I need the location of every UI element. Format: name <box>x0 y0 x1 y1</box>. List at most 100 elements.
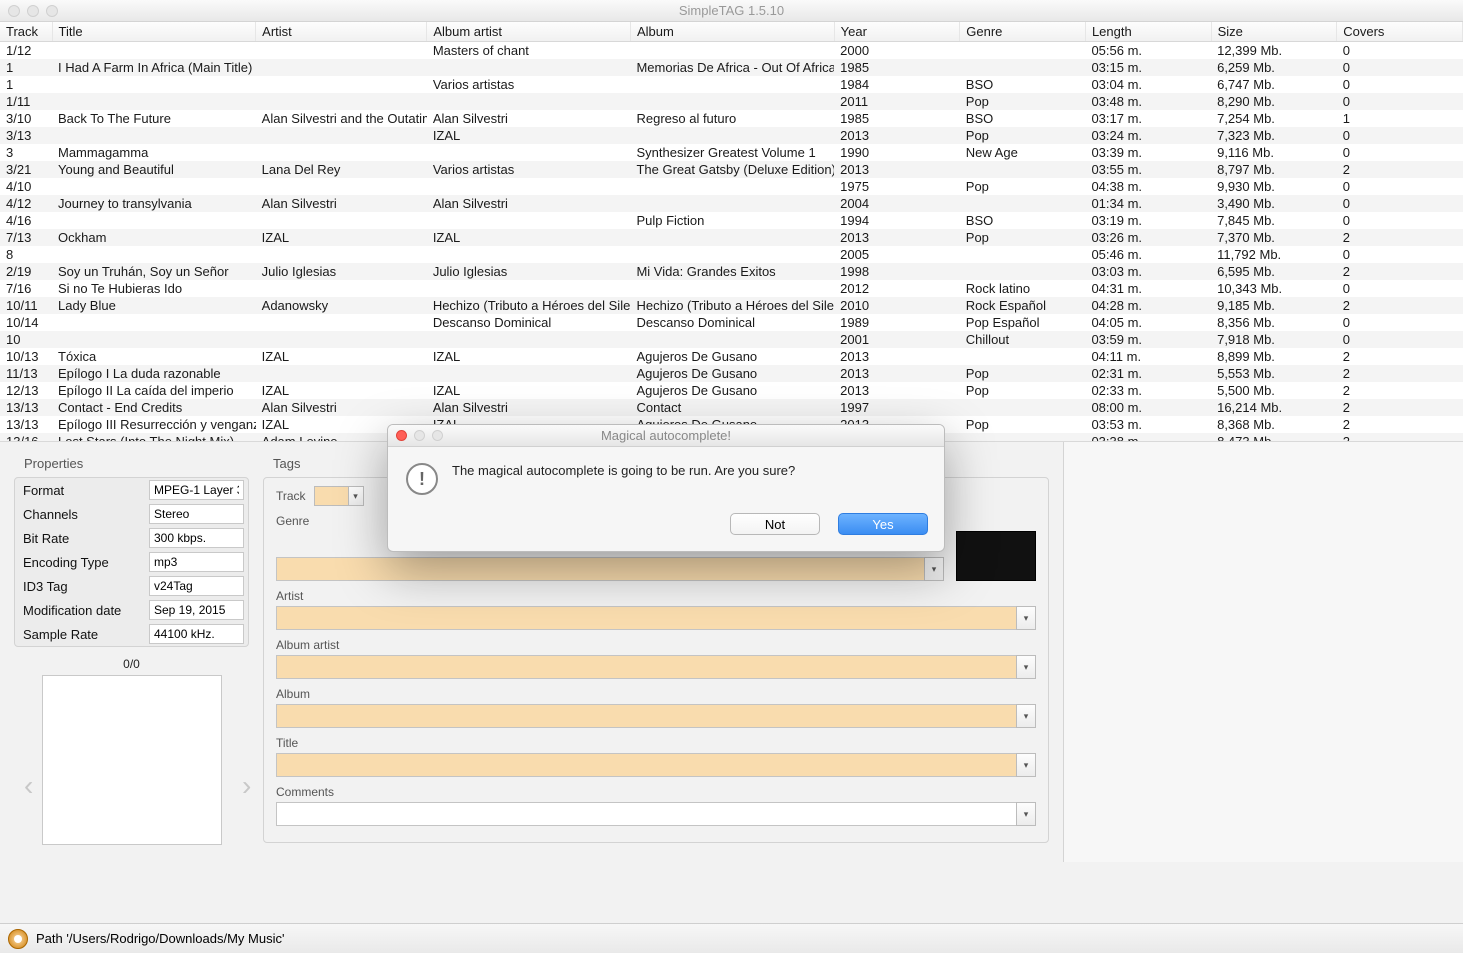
artist-combo[interactable]: ▾ <box>276 606 1036 630</box>
chevron-down-icon[interactable]: ▾ <box>348 486 364 506</box>
tracks-table[interactable]: TrackTitleArtistAlbum artistAlbumYearGen… <box>0 22 1463 442</box>
table-row[interactable]: 3MammagammaSynthesizer Greatest Volume 1… <box>0 144 1463 161</box>
property-label: Sample Rate <box>19 627 149 642</box>
close-icon[interactable] <box>396 430 407 441</box>
album-combo[interactable]: ▾ <box>276 704 1036 728</box>
cell-year: 1985 <box>834 110 960 127</box>
property-value[interactable] <box>149 576 244 596</box>
cell-genre: BSO <box>960 76 1086 93</box>
table-row[interactable]: 7/13OckhamIZALIZAL2013Pop03:26 m.7,370 M… <box>0 229 1463 246</box>
table-header-row[interactable]: TrackTitleArtistAlbum artistAlbumYearGen… <box>0 22 1463 42</box>
chevron-right-icon[interactable]: › <box>242 770 251 802</box>
table-row[interactable]: 3/13IZAL2013Pop03:24 m.7,323 Mb.0 <box>0 127 1463 144</box>
table-row[interactable]: 3/21Young and BeautifulLana Del ReyVario… <box>0 161 1463 178</box>
column-header[interactable]: Artist <box>256 22 427 42</box>
comments-combo[interactable]: ▾ <box>276 802 1036 826</box>
table-row[interactable]: 3/10Back To The FutureAlan Silvestri and… <box>0 110 1463 127</box>
column-header[interactable]: Size <box>1211 22 1337 42</box>
table-row[interactable]: 8200505:46 m.11,792 Mb.0 <box>0 246 1463 263</box>
app-badge-icon <box>8 929 28 949</box>
column-header[interactable]: Length <box>1085 22 1211 42</box>
chevron-down-icon[interactable]: ▾ <box>1016 753 1036 777</box>
color-swatch[interactable] <box>956 531 1036 581</box>
not-button[interactable]: Not <box>730 513 820 535</box>
chevron-down-icon[interactable]: ▾ <box>1016 655 1036 679</box>
column-header[interactable]: Year <box>834 22 960 42</box>
table-row[interactable]: 2/19Soy un Truhán, Soy un SeñorJulio Igl… <box>0 263 1463 280</box>
table-row[interactable]: 11/13Epílogo I La duda razonableAgujeros… <box>0 365 1463 382</box>
cell-covers: 0 <box>1337 59 1463 76</box>
cell-covers: 2 <box>1337 297 1463 314</box>
cell-track: 3 <box>0 144 52 161</box>
cell-length: 02:33 m. <box>1085 382 1211 399</box>
chevron-down-icon[interactable]: ▾ <box>1016 606 1036 630</box>
property-value[interactable] <box>149 624 244 644</box>
table-row[interactable]: 7/16Si no Te Hubieras Ido2012Rock latino… <box>0 280 1463 297</box>
cell-genre <box>960 433 1086 442</box>
cell-title <box>52 331 256 348</box>
cell-covers: 2 <box>1337 229 1463 246</box>
title-combo[interactable]: ▾ <box>276 753 1036 777</box>
cell-album <box>630 178 834 195</box>
property-row: Bit Rate <box>15 526 248 550</box>
cell-size: 5,500 Mb. <box>1211 382 1337 399</box>
cell-title <box>52 212 256 229</box>
property-value[interactable] <box>149 600 244 620</box>
artwork-box[interactable] <box>42 675 222 845</box>
property-value[interactable] <box>149 504 244 524</box>
cell-size: 7,370 Mb. <box>1211 229 1337 246</box>
column-header[interactable]: Genre <box>960 22 1086 42</box>
table-row[interactable]: 4/101975Pop04:38 m.9,930 Mb.0 <box>0 178 1463 195</box>
table-row[interactable]: 4/16Pulp Fiction1994BSO03:19 m.7,845 Mb.… <box>0 212 1463 229</box>
genre-combo[interactable]: ▾ <box>276 557 944 581</box>
cell-title <box>52 246 256 263</box>
cell-album_artist: IZAL <box>427 229 631 246</box>
minimize-icon[interactable] <box>27 5 39 17</box>
column-header[interactable]: Track <box>0 22 52 42</box>
property-value[interactable] <box>149 480 244 500</box>
table-row[interactable]: 10/13TóxicaIZALIZALAgujeros De Gusano201… <box>0 348 1463 365</box>
cell-artist <box>256 76 427 93</box>
column-header[interactable]: Covers <box>1337 22 1463 42</box>
chevron-down-icon[interactable]: ▾ <box>1016 802 1036 826</box>
cell-title: Epílogo I La duda razonable <box>52 365 256 382</box>
cell-artist: IZAL <box>256 348 427 365</box>
cell-track: 10/11 <box>0 297 52 314</box>
chevron-left-icon[interactable]: ‹ <box>24 770 33 802</box>
column-header[interactable]: Title <box>52 22 256 42</box>
cell-length: 02:31 m. <box>1085 365 1211 382</box>
yes-button[interactable]: Yes <box>838 513 928 535</box>
property-row: Sample Rate <box>15 622 248 646</box>
cell-artist <box>256 280 427 297</box>
cell-year: 1994 <box>834 212 960 229</box>
table-row[interactable]: 1Varios artistas1984BSO03:04 m.6,747 Mb.… <box>0 76 1463 93</box>
cell-year: 2013 <box>834 365 960 382</box>
cell-size: 8,899 Mb. <box>1211 348 1337 365</box>
table-row[interactable]: 1/12Masters of chant200005:56 m.12,399 M… <box>0 42 1463 60</box>
table-row[interactable]: 1/112011Pop03:48 m.8,290 Mb.0 <box>0 93 1463 110</box>
property-value[interactable] <box>149 552 244 572</box>
column-header[interactable]: Album artist <box>427 22 631 42</box>
table-row[interactable]: 102001Chillout03:59 m.7,918 Mb.0 <box>0 331 1463 348</box>
cell-size: 8,368 Mb. <box>1211 416 1337 433</box>
table-row[interactable]: 13/13Contact - End CreditsAlan Silvestri… <box>0 399 1463 416</box>
cell-track: 1/12 <box>0 42 52 60</box>
close-icon[interactable] <box>8 5 20 17</box>
table-row[interactable]: 4/12Journey to transylvaniaAlan Silvestr… <box>0 195 1463 212</box>
chevron-down-icon[interactable]: ▾ <box>924 557 944 581</box>
table-row[interactable]: 10/11Lady BlueAdanowskyHechizo (Tributo … <box>0 297 1463 314</box>
cell-length: 03:39 m. <box>1085 144 1211 161</box>
cell-genre: Pop <box>960 93 1086 110</box>
table-row[interactable]: 12/13Epílogo II La caída del imperioIZAL… <box>0 382 1463 399</box>
table-row[interactable]: 1I Had A Farm In Africa (Main Title)Memo… <box>0 59 1463 76</box>
zoom-icon[interactable] <box>46 5 58 17</box>
cell-year: 1985 <box>834 59 960 76</box>
cell-album <box>630 331 834 348</box>
chevron-down-icon[interactable]: ▾ <box>1016 704 1036 728</box>
property-value[interactable] <box>149 528 244 548</box>
track-number-combo[interactable]: ▾ <box>314 486 364 506</box>
cell-size: 9,185 Mb. <box>1211 297 1337 314</box>
table-row[interactable]: 10/14Descanso DominicalDescanso Dominica… <box>0 314 1463 331</box>
album-artist-combo[interactable]: ▾ <box>276 655 1036 679</box>
column-header[interactable]: Album <box>630 22 834 42</box>
